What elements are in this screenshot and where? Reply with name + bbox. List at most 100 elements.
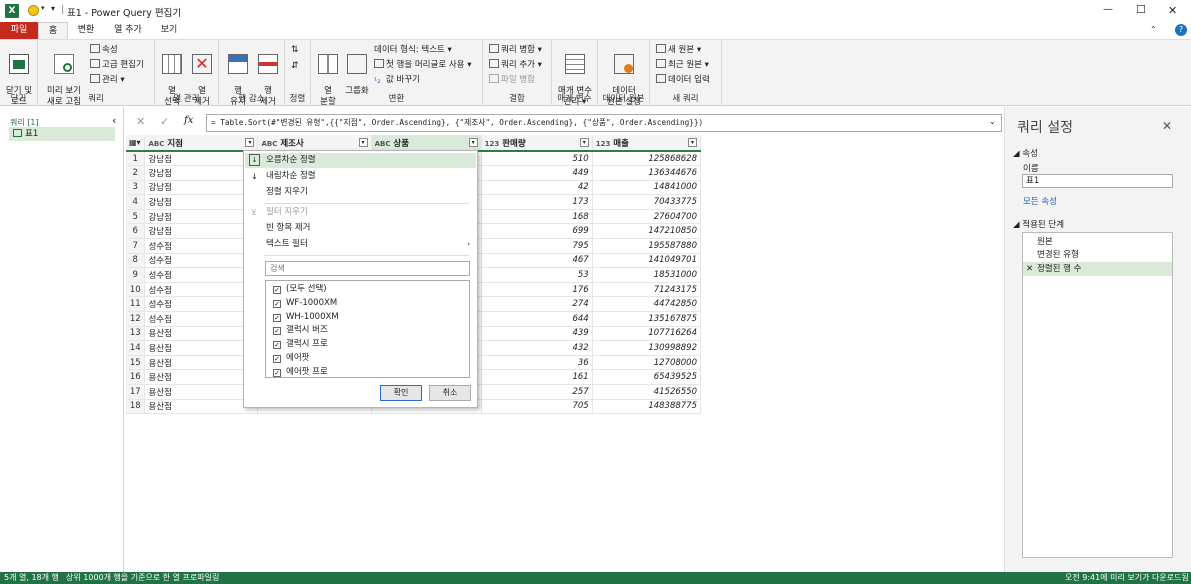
cell[interactable]: 432 <box>481 340 593 356</box>
cell[interactable]: 성수점 <box>144 267 259 283</box>
cell[interactable]: 644 <box>481 311 593 327</box>
clear-sort-item[interactable]: 정렬 지우기 <box>245 185 476 200</box>
advanced-editor-button[interactable]: 고급 편집기 <box>90 59 144 72</box>
profiling-mode[interactable]: 상위 1000개 행을 기준으로 한 열 프로파일링 <box>66 572 219 584</box>
cell[interactable]: 44742850 <box>592 296 702 313</box>
cell[interactable]: 173 <box>481 194 593 210</box>
maximize-button[interactable]: ☐ <box>1136 3 1146 16</box>
column-header-branch[interactable]: ABC 지점 ▾ <box>144 135 259 152</box>
qat-dropdown-icon[interactable]: ▾ <box>41 4 45 12</box>
sort-filter-icon[interactable]: ▾ <box>245 137 255 147</box>
filter-dropdown-icon[interactable]: ▾ <box>688 137 697 147</box>
cell[interactable]: 용산점 <box>144 355 259 371</box>
column-header-product[interactable]: ABC 상품 ▾ <box>371 135 482 152</box>
cancel-formula-icon[interactable]: ✕ <box>136 115 145 128</box>
append-queries-button[interactable]: 쿼리 추가 ▾ <box>489 59 542 72</box>
checkbox-icon[interactable]: ✓ <box>273 355 281 363</box>
tab-file[interactable]: 파일 <box>0 22 38 39</box>
checkbox-icon[interactable]: ✓ <box>273 299 281 308</box>
step-source[interactable]: 원본 <box>1037 235 1053 249</box>
select-all-corner[interactable]: ▦▾ <box>126 135 146 152</box>
tab-transform[interactable]: 변환 <box>70 22 102 39</box>
sort-ascending-icon[interactable]: ⇅ <box>291 44 299 57</box>
cell[interactable]: 18531000 <box>592 267 702 283</box>
cell[interactable]: 성수점 <box>144 238 259 254</box>
cell[interactable]: 510 <box>481 151 593 167</box>
cell[interactable]: 148388775 <box>592 399 702 415</box>
delete-step-icon[interactable]: ✕ <box>1026 262 1033 276</box>
filter-value-item[interactable]: ✓ 에어팟 프로 <box>273 366 328 379</box>
column-header-qty[interactable]: 123 판매량 ▾ <box>481 135 593 152</box>
minimize-button[interactable]: — <box>1103 4 1113 15</box>
cell[interactable]: 161 <box>481 369 593 385</box>
manage-button[interactable]: 관리 ▾ <box>90 74 125 87</box>
cell[interactable]: 성수점 <box>144 311 259 327</box>
cell[interactable]: 용산점 <box>144 399 259 415</box>
cell[interactable]: 성수점 <box>144 296 259 313</box>
merge-queries-button[interactable]: 쿼리 병합 ▾ <box>489 44 542 57</box>
formula-input[interactable]: = Table.Sort(#"변경된 유형",{{"지점", Order.Asc… <box>206 114 1002 132</box>
confirm-formula-icon[interactable]: ✓ <box>160 115 169 128</box>
filter-search-input[interactable] <box>265 261 470 276</box>
cell[interactable]: 42 <box>481 180 593 196</box>
cell[interactable]: 강남점 <box>144 165 259 181</box>
cell[interactable]: 107716264 <box>592 326 702 342</box>
sort-filter-icon[interactable]: ▾ <box>358 137 368 147</box>
cell[interactable]: 130998892 <box>592 340 702 356</box>
sort-descending-item[interactable]: ↓ 내림차순 정렬 <box>245 169 476 184</box>
cell[interactable]: 71243175 <box>592 282 702 298</box>
cell[interactable]: 용산점 <box>144 326 259 342</box>
new-source-button[interactable]: 새 원본 ▾ <box>656 44 701 57</box>
type-icon[interactable]: ABC <box>148 140 164 148</box>
collapse-pane-icon[interactable]: ‹ <box>112 114 116 127</box>
sort-ascending-item[interactable]: ↓ 오름차순 정렬 <box>245 153 476 168</box>
group-by-button[interactable]: 그룹화 <box>343 43 371 97</box>
all-properties-link[interactable]: 모든 속성 <box>1023 195 1057 207</box>
cell[interactable]: 65439525 <box>592 369 702 385</box>
filter-value-item[interactable]: ✓ WH-1000XM <box>273 311 339 324</box>
use-first-row-header-button[interactable]: 첫 행을 머리글로 사용 ▾ <box>374 59 471 72</box>
cell[interactable]: 795 <box>481 238 593 254</box>
cell[interactable]: 강남점 <box>144 209 259 225</box>
cell[interactable]: 12708000 <box>592 355 702 371</box>
cell[interactable]: 27604700 <box>592 209 702 225</box>
cancel-button[interactable]: 취소 <box>429 385 471 401</box>
type-icon[interactable]: 123 <box>596 140 611 148</box>
cell[interactable]: 449 <box>481 165 593 181</box>
close-window-button[interactable]: ✕ <box>1168 4 1177 17</box>
help-icon[interactable]: ? <box>1175 24 1187 36</box>
query-name-field[interactable]: 표1 <box>1022 174 1173 188</box>
query-item-table1[interactable]: 표1 <box>9 127 115 141</box>
cell[interactable]: 147210850 <box>592 223 702 240</box>
ribbon-collapse-icon[interactable]: ⌃ <box>1150 25 1157 34</box>
qat-customize-icon[interactable]: ▾ <box>51 4 55 13</box>
cell[interactable]: 195587880 <box>592 238 702 254</box>
checkbox-icon[interactable]: ✓ <box>273 327 281 336</box>
cell[interactable]: 699 <box>481 223 593 240</box>
cell[interactable]: 강남점 <box>144 194 259 210</box>
cell[interactable]: 70433775 <box>592 194 702 210</box>
cell[interactable]: 53 <box>481 267 593 283</box>
ok-button[interactable]: 확인 <box>380 385 422 401</box>
cell[interactable]: 용산점 <box>144 384 259 400</box>
checkbox-icon[interactable]: ✓ <box>273 286 281 294</box>
properties-button[interactable]: 속성 <box>90 44 118 57</box>
cell[interactable]: 257 <box>481 384 593 400</box>
cell[interactable]: 강남점 <box>144 151 259 167</box>
cell[interactable]: 141049701 <box>592 253 702 269</box>
sort-filter-icon[interactable]: ▾ <box>468 137 478 147</box>
cell[interactable]: 14841000 <box>592 180 702 196</box>
checkbox-icon[interactable]: ✓ <box>273 368 281 377</box>
cell[interactable]: 강남점 <box>144 223 259 240</box>
checkbox-icon[interactable]: ✓ <box>273 341 281 350</box>
clear-filter-item[interactable]: ⊻ 필터 지우기 <box>245 205 476 220</box>
column-header-sales[interactable]: 123 매출 ▾ <box>592 135 702 152</box>
type-icon[interactable]: ABC <box>375 140 391 148</box>
smiley-icon[interactable] <box>28 5 39 16</box>
filter-value-item[interactable]: ✓ WF-1000XM <box>273 297 337 310</box>
filter-value-item[interactable]: ✓ 에어팟 <box>273 352 309 365</box>
properties-section-header[interactable]: ◢ 속성 <box>1013 147 1038 159</box>
filter-dropdown-icon[interactable]: ▾ <box>579 137 589 147</box>
cell[interactable]: 467 <box>481 253 593 269</box>
sort-descending-icon[interactable]: ⇵ <box>291 60 299 73</box>
